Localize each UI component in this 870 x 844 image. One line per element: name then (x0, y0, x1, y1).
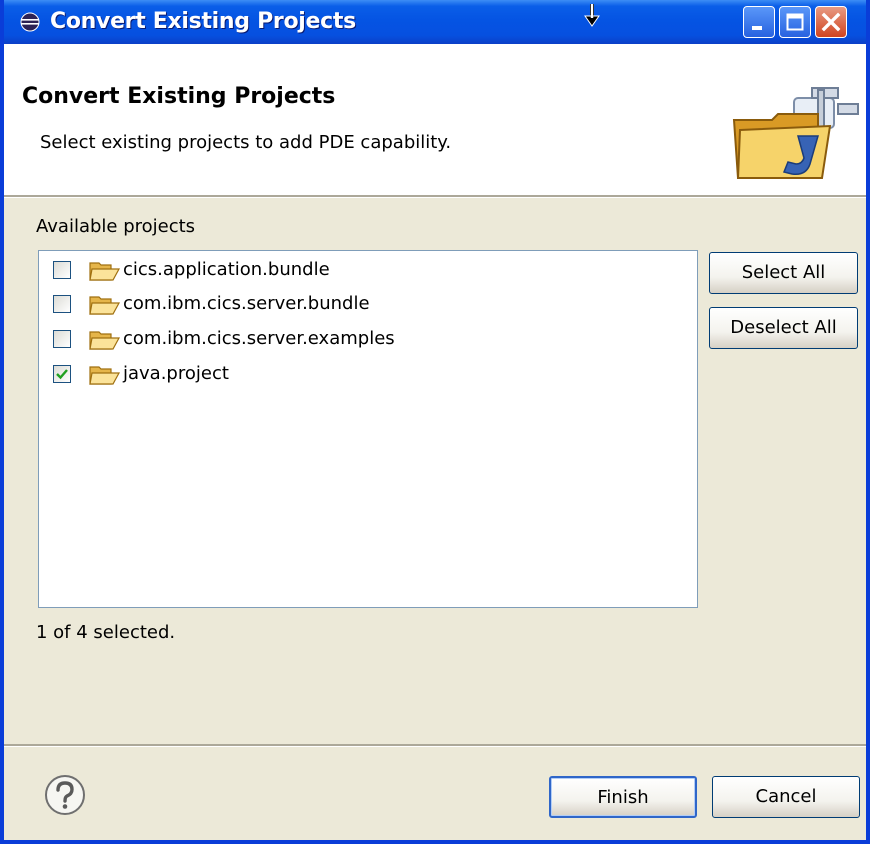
available-projects-label: Available projects (36, 216, 196, 237)
minimize-icon (752, 26, 762, 30)
folder-open-icon (89, 366, 121, 385)
page-description: Select existing projects to add PDE capa… (40, 132, 452, 153)
project-checkbox[interactable] (53, 295, 71, 313)
select-all-label: Select All (741, 262, 826, 283)
checkmark-icon (56, 369, 68, 380)
folder-open-icon (89, 262, 121, 281)
project-checkbox[interactable] (53, 261, 71, 279)
project-checkbox[interactable] (53, 365, 71, 383)
deselect-all-label: Deselect All (730, 317, 837, 338)
footer-separator (4, 744, 866, 747)
finish-button[interactable]: Finish (549, 776, 697, 818)
page-title: Convert Existing Projects (22, 84, 336, 109)
project-name: java.project (123, 363, 229, 384)
list-item[interactable]: cics.application.bundle (53, 255, 653, 285)
cancel-label: Cancel (755, 786, 817, 807)
selection-status: 1 of 4 selected. (36, 622, 176, 643)
java-folder-plugin-icon (732, 87, 859, 179)
project-name: com.ibm.cics.server.examples (123, 328, 395, 349)
close-button[interactable] (815, 6, 847, 38)
close-icon (821, 12, 841, 32)
dialog-window: Convert Existing Projects Convert Existi… (0, 0, 870, 844)
project-name: com.ibm.cics.server.bundle (123, 293, 370, 314)
maximize-icon (786, 13, 804, 31)
maximize-button[interactable] (779, 6, 811, 38)
list-item[interactable]: java.project (53, 359, 653, 389)
finish-label: Finish (597, 787, 649, 808)
select-all-button[interactable]: Select All (709, 252, 858, 294)
folder-open-icon (89, 331, 121, 350)
project-checkbox[interactable] (53, 330, 71, 348)
mouse-cursor-icon (584, 4, 600, 27)
cancel-button[interactable]: Cancel (712, 776, 860, 818)
list-item[interactable]: com.ibm.cics.server.examples (53, 324, 653, 354)
eclipse-icon (20, 12, 40, 32)
list-item[interactable]: com.ibm.cics.server.bundle (53, 289, 653, 319)
project-list[interactable]: cics.application.bundle com.ibm.cics.ser… (38, 250, 698, 608)
project-name: cics.application.bundle (123, 259, 330, 280)
window-title: Convert Existing Projects (50, 9, 356, 34)
header-separator (4, 195, 866, 198)
minimize-button[interactable] (743, 6, 775, 38)
folder-open-icon (89, 296, 121, 315)
deselect-all-button[interactable]: Deselect All (709, 307, 858, 349)
title-bar[interactable]: Convert Existing Projects (4, 0, 866, 44)
help-icon[interactable] (44, 774, 86, 816)
